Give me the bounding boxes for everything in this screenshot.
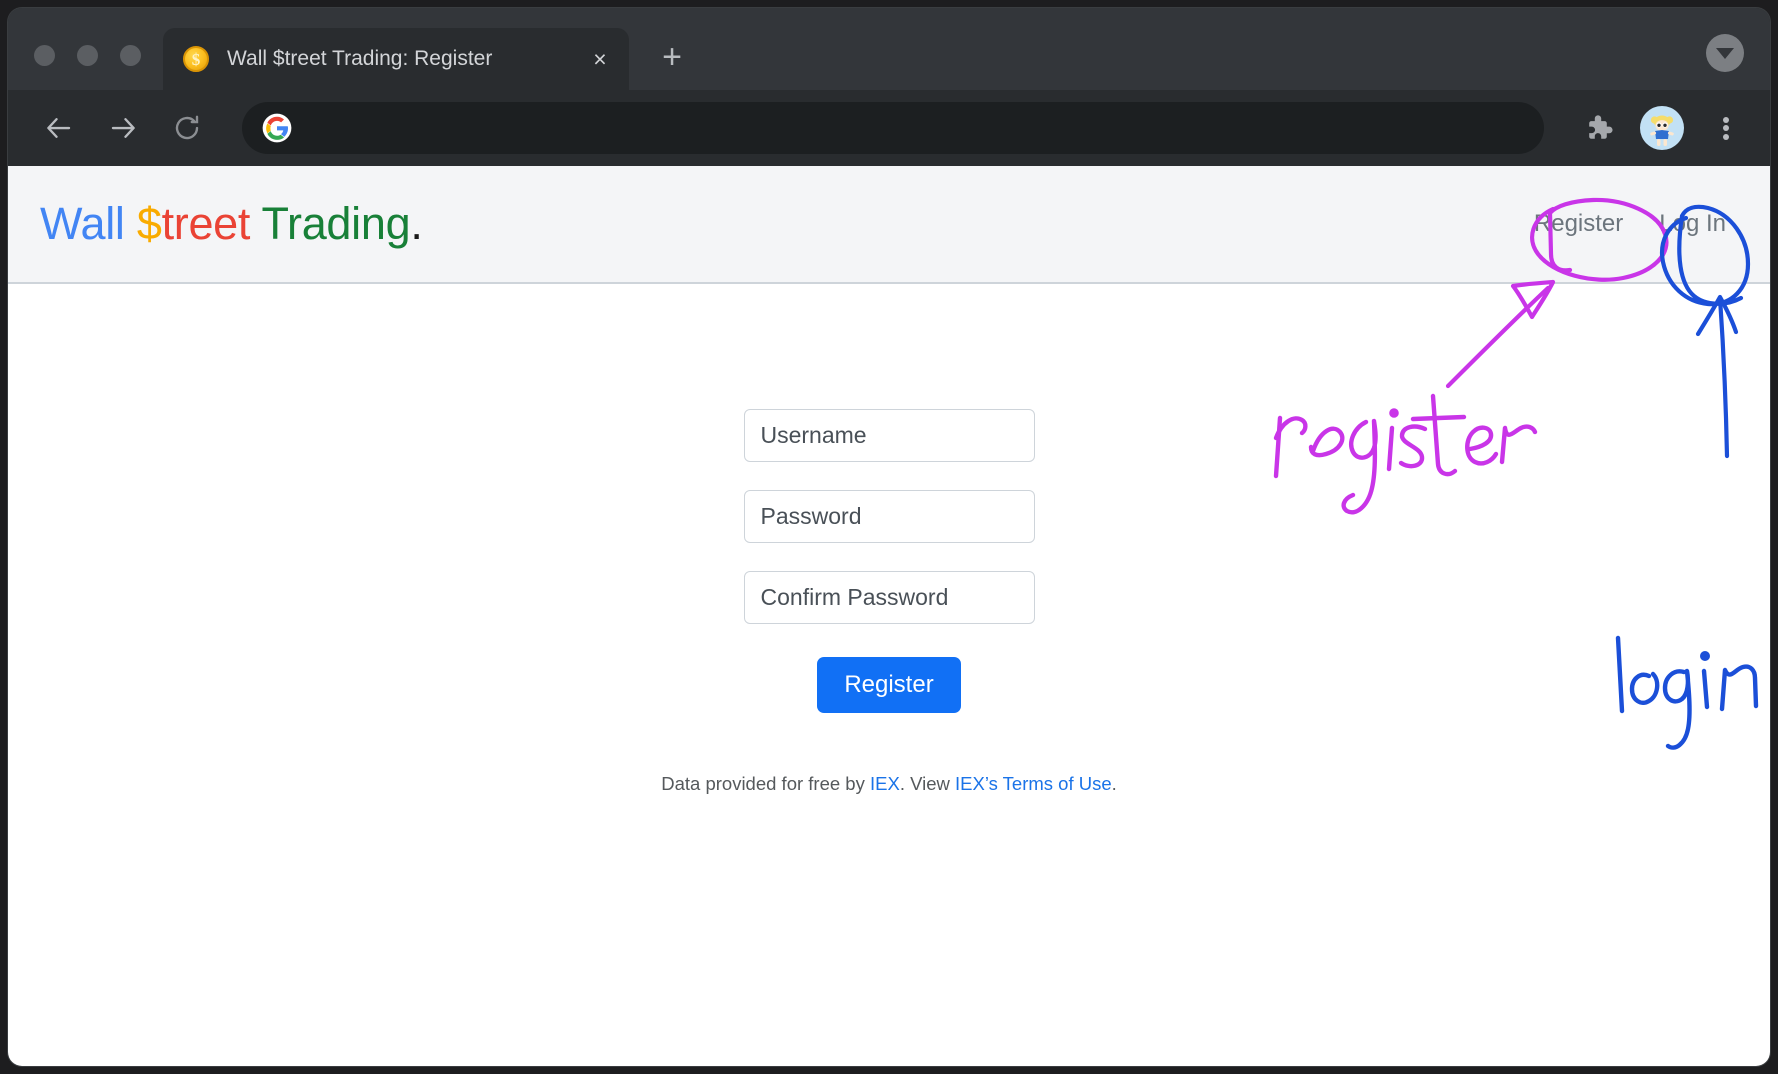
tab-title: Wall $treet Trading: Register: [227, 47, 493, 70]
reload-icon[interactable]: [166, 107, 208, 149]
coin-dollar-icon: $: [183, 46, 209, 72]
web-page-content: Wall $treet Trading. Register Log In Reg…: [8, 166, 1770, 1066]
password-input[interactable]: [743, 490, 1035, 543]
google-g-icon: [262, 113, 292, 143]
nav-link-register[interactable]: Register: [1534, 210, 1623, 238]
profile-avatar-icon[interactable]: [1640, 106, 1684, 150]
footer-text-after: .: [1111, 773, 1117, 794]
address-bar[interactable]: [242, 102, 1544, 154]
close-icon[interactable]: ×: [585, 44, 615, 74]
page-footer: Data provided for free by IEX. View IEX’…: [661, 773, 1117, 795]
chevron-down-icon[interactable]: [1706, 34, 1744, 72]
minimize-window-button[interactable]: [77, 45, 98, 66]
puzzle-piece-icon[interactable]: [1578, 108, 1618, 148]
back-arrow-icon[interactable]: [38, 107, 80, 149]
logo-part-wall: Wall: [40, 198, 137, 249]
maximize-window-button[interactable]: [120, 45, 141, 66]
logo-part-period: .: [410, 198, 423, 249]
site-navigation: Register Log In: [1534, 210, 1726, 238]
site-header: Wall $treet Trading. Register Log In: [8, 166, 1770, 284]
register-submit-button[interactable]: Register: [817, 657, 961, 713]
logo-part-dollar: $: [136, 198, 162, 249]
new-tab-button[interactable]: +: [651, 36, 693, 78]
browser-window: $ Wall $treet Trading: Register × + Wall…: [8, 8, 1770, 1066]
tab-strip: $ Wall $treet Trading: Register × +: [8, 8, 1770, 90]
username-input[interactable]: [743, 409, 1035, 462]
register-form: Register Data provided for free by IEX. …: [8, 284, 1770, 795]
close-window-button[interactable]: [34, 45, 55, 66]
window-traffic-lights: [8, 45, 141, 90]
footer-text-middle: . View: [899, 773, 955, 794]
logo-part-treet: treet: [161, 198, 262, 249]
confirm-password-input[interactable]: [743, 571, 1035, 624]
forward-arrow-icon[interactable]: [102, 107, 144, 149]
nav-link-login[interactable]: Log In: [1659, 210, 1726, 238]
site-logo[interactable]: Wall $treet Trading.: [40, 198, 423, 250]
browser-toolbar: [8, 90, 1770, 166]
browser-tab[interactable]: $ Wall $treet Trading: Register ×: [163, 28, 629, 90]
footer-link-iex[interactable]: IEX: [870, 773, 900, 794]
three-dot-menu-icon[interactable]: [1706, 108, 1746, 148]
footer-text-before: Data provided for free by: [661, 773, 870, 794]
footer-link-terms[interactable]: IEX’s Terms of Use: [955, 773, 1112, 794]
logo-part-trading: Trading: [261, 198, 411, 249]
